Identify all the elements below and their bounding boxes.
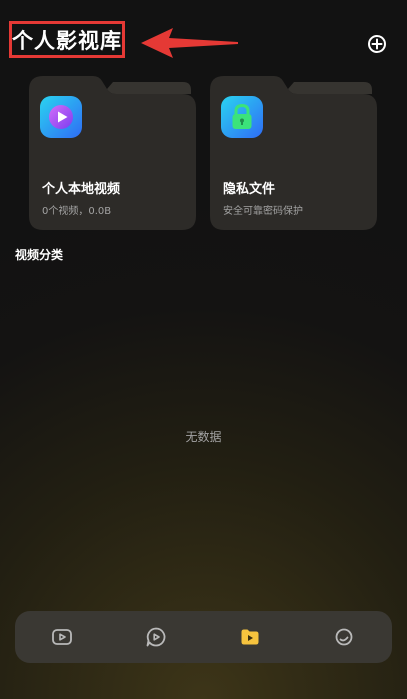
- profile-tab-icon: [335, 628, 353, 646]
- play-chat-tab-icon: [146, 627, 166, 647]
- library-tab-icon: [241, 629, 259, 645]
- bottom-nav-bar: [15, 611, 392, 663]
- folder-subtitle: 安全可靠密码保护: [223, 206, 303, 217]
- nav-tab-library[interactable]: [238, 625, 262, 649]
- page-title: 个人影视库: [12, 28, 122, 53]
- nav-tab-video[interactable]: [50, 625, 74, 649]
- folder-subtitle: 0个视频，0.0B: [42, 206, 112, 217]
- annotation-arrow-icon: [141, 28, 238, 58]
- local-videos-folder-card[interactable]: 个人本地视频 0个视频，0.0B: [29, 76, 196, 230]
- add-button[interactable]: [366, 33, 388, 55]
- nav-tab-play[interactable]: [144, 625, 168, 649]
- plus-circle-icon: [368, 35, 386, 53]
- lock-icon: [221, 96, 263, 138]
- empty-state-text: 无数据: [185, 430, 222, 444]
- page-title-highlight-box: 个人影视库: [9, 21, 125, 58]
- video-category-title: 视频分类: [15, 248, 64, 262]
- folder-name: 个人本地视频: [42, 182, 121, 197]
- folder-name: 隐私文件: [223, 182, 276, 197]
- video-tab-icon: [52, 629, 72, 645]
- play-video-icon: [40, 96, 82, 138]
- private-files-folder-card[interactable]: 隐私文件 安全可靠密码保护: [210, 76, 377, 230]
- nav-tab-profile[interactable]: [332, 625, 356, 649]
